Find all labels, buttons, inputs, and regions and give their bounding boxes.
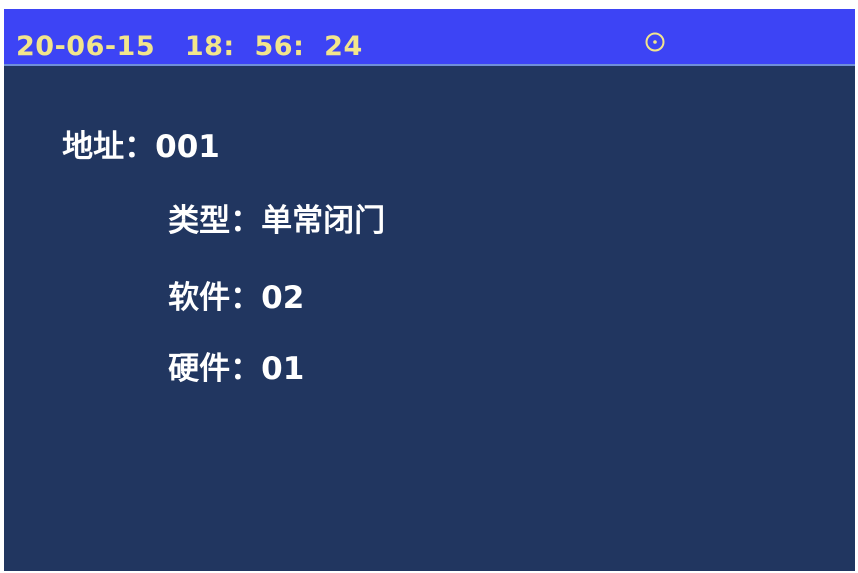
device-screen: 20-06-15 18: 56: 24 地址：001 类型：单常闭门 软件：02… bbox=[4, 9, 855, 571]
type-label: 类型： bbox=[168, 203, 262, 239]
address-label: 地址： bbox=[62, 129, 156, 165]
hardware-row: 硬件：01 bbox=[125, 315, 304, 423]
status-bar: 20-06-15 18: 56: 24 bbox=[4, 9, 855, 66]
address-value: 001 bbox=[155, 129, 220, 165]
hardware-value: 01 bbox=[261, 351, 305, 387]
hardware-label: 硬件： bbox=[168, 351, 262, 387]
software-value: 02 bbox=[261, 280, 305, 316]
type-value: 单常闭门 bbox=[261, 203, 386, 239]
datetime-display: 20-06-15 18: 56: 24 bbox=[16, 31, 363, 62]
software-label: 软件： bbox=[168, 280, 262, 316]
circle-dot-icon bbox=[645, 32, 665, 52]
